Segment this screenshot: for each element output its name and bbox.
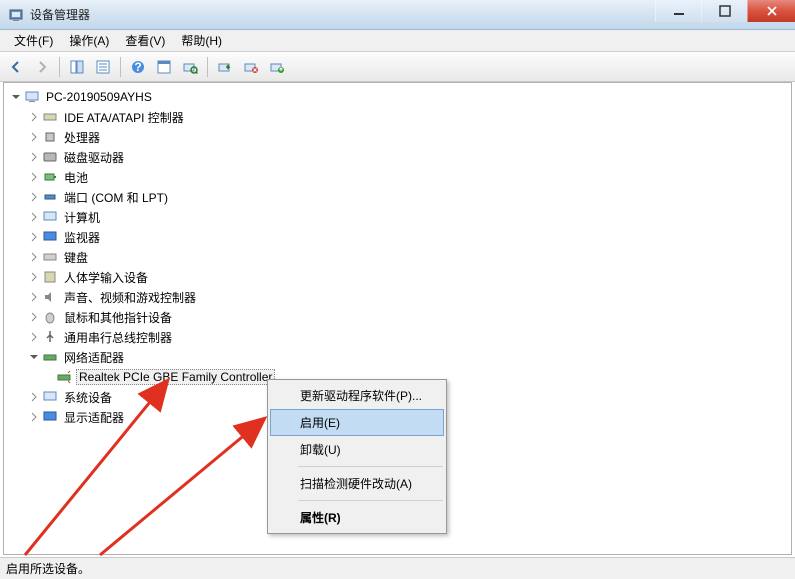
window-title: 设备管理器 (30, 6, 655, 23)
properties-button[interactable] (152, 55, 176, 79)
ctx-separator (298, 466, 443, 467)
menubar: 文件(F) 操作(A) 查看(V) 帮助(H) (0, 30, 795, 52)
help-button[interactable]: ? (126, 55, 150, 79)
disk-icon (42, 149, 58, 165)
menu-action[interactable]: 操作(A) (61, 29, 117, 52)
toolbar-separator (120, 57, 121, 77)
tree-node[interactable]: 端口 (COM 和 LPT) (4, 187, 791, 207)
display-adapter-icon (42, 409, 58, 425)
expand-icon[interactable] (28, 171, 40, 183)
menu-help[interactable]: 帮助(H) (173, 29, 230, 52)
tree-node[interactable]: 通用串行总线控制器 (4, 327, 791, 347)
back-button[interactable] (4, 55, 28, 79)
expand-icon[interactable] (28, 271, 40, 283)
window-controls (655, 0, 795, 29)
expand-icon[interactable] (28, 311, 40, 323)
app-icon (8, 7, 24, 23)
toolbar-separator (207, 57, 208, 77)
tree-node[interactable]: 人体学输入设备 (4, 267, 791, 287)
tree-root[interactable]: PC-20190509AYHS (4, 87, 791, 107)
system-device-icon (42, 389, 58, 405)
show-hide-tree-button[interactable] (65, 55, 89, 79)
menu-view[interactable]: 查看(V) (117, 29, 173, 52)
toolbar: ? (0, 52, 795, 82)
update-driver-button[interactable] (265, 55, 289, 79)
details-button[interactable] (91, 55, 115, 79)
processor-icon (42, 129, 58, 145)
tree-node[interactable]: 声音、视频和游戏控制器 (4, 287, 791, 307)
usb-icon (42, 329, 58, 345)
collapse-icon[interactable] (10, 91, 22, 103)
tree-node[interactable]: 键盘 (4, 247, 791, 267)
network-adapter-icon (42, 349, 58, 365)
menu-file[interactable]: 文件(F) (6, 29, 61, 52)
expand-icon[interactable] (28, 151, 40, 163)
enable-button[interactable] (213, 55, 237, 79)
network-device-icon (56, 369, 72, 385)
ctx-update-driver[interactable]: 更新驱动程序软件(P)... (270, 382, 444, 409)
scan-button[interactable] (178, 55, 202, 79)
tree-node[interactable]: 处理器 (4, 127, 791, 147)
monitor-icon (42, 229, 58, 245)
tree-node[interactable]: 监视器 (4, 227, 791, 247)
tree-node-network[interactable]: 网络适配器 (4, 347, 791, 367)
svg-text:?: ? (134, 60, 141, 74)
ctx-properties[interactable]: 属性(R) (270, 504, 444, 531)
tree-node[interactable]: IDE ATA/ATAPI 控制器 (4, 107, 791, 127)
tree-node[interactable]: 鼠标和其他指针设备 (4, 307, 791, 327)
expand-icon[interactable] (28, 291, 40, 303)
ctx-separator (298, 500, 443, 501)
keyboard-icon (42, 249, 58, 265)
expand-icon[interactable] (28, 231, 40, 243)
hid-icon (42, 269, 58, 285)
ctx-enable[interactable]: 启用(E) (270, 409, 444, 436)
ctx-uninstall[interactable]: 卸载(U) (270, 436, 444, 463)
expand-icon[interactable] (28, 251, 40, 263)
context-menu: 更新驱动程序软件(P)... 启用(E) 卸载(U) 扫描检测硬件改动(A) 属… (267, 379, 447, 534)
port-icon (42, 189, 58, 205)
toolbar-separator (59, 57, 60, 77)
minimize-button[interactable] (655, 0, 701, 22)
ctx-scan[interactable]: 扫描检测硬件改动(A) (270, 470, 444, 497)
status-text: 启用所选设备。 (6, 560, 90, 577)
forward-button[interactable] (30, 55, 54, 79)
titlebar: 设备管理器 (0, 0, 795, 30)
expand-icon[interactable] (28, 131, 40, 143)
expand-icon[interactable] (28, 211, 40, 223)
ide-controller-icon (42, 109, 58, 125)
statusbar: 启用所选设备。 (0, 557, 795, 579)
sound-icon (42, 289, 58, 305)
expand-icon[interactable] (28, 391, 40, 403)
tree-root-label: PC-20190509AYHS (44, 89, 154, 105)
expand-icon[interactable] (28, 191, 40, 203)
expand-icon[interactable] (28, 411, 40, 423)
tree-node[interactable]: 磁盘驱动器 (4, 147, 791, 167)
expand-icon[interactable] (28, 111, 40, 123)
mouse-icon (42, 309, 58, 325)
uninstall-button[interactable] (239, 55, 263, 79)
collapse-icon[interactable] (28, 351, 40, 363)
tree-node[interactable]: 电池 (4, 167, 791, 187)
close-button[interactable] (747, 0, 795, 22)
battery-icon (42, 169, 58, 185)
tree-node[interactable]: 计算机 (4, 207, 791, 227)
maximize-button[interactable] (701, 0, 747, 22)
computer-category-icon (42, 209, 58, 225)
computer-icon (24, 89, 40, 105)
expand-icon[interactable] (28, 331, 40, 343)
